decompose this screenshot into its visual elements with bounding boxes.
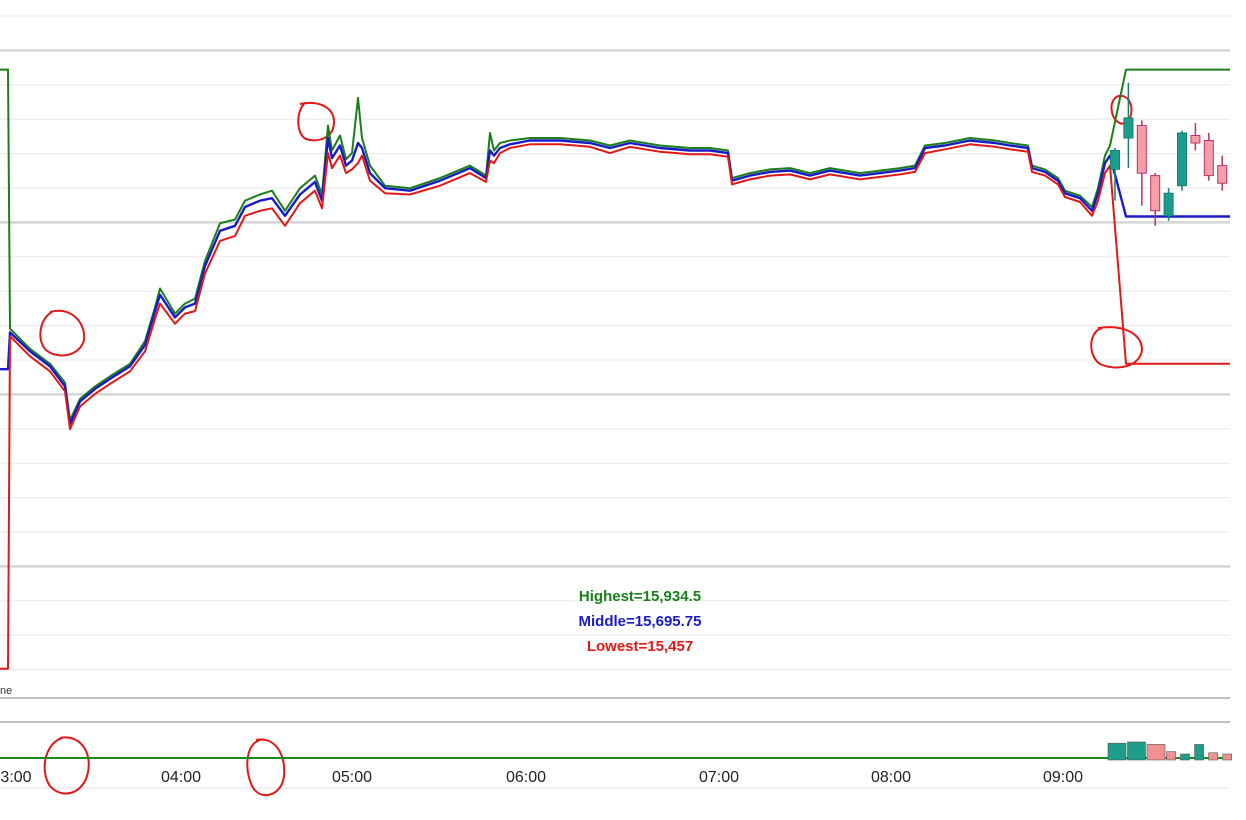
- x-tick-label: 06:00: [506, 769, 546, 786]
- volume-bars: [0, 741, 1232, 761]
- candle-body: [1150, 175, 1161, 212]
- x-tick-label: 05:00: [332, 769, 372, 786]
- volume-bar: [1166, 751, 1176, 761]
- candle-body: [1136, 125, 1147, 174]
- x-tick-label: 07:00: [699, 769, 739, 786]
- x-axis-tick-labels: 3:00 04:00 05:00 06:00 07:00 08:00 09:00: [0, 769, 1083, 786]
- grid-lines: [0, 15, 1230, 789]
- annotation-circle: [246, 738, 286, 797]
- annotation-circles: [39, 94, 1144, 797]
- volume-bar: [1127, 741, 1146, 761]
- x-tick-label: 04:00: [161, 769, 201, 786]
- legend-middle: Middle=15,695.75: [578, 613, 702, 630]
- candle-body: [1177, 132, 1187, 187]
- x-tick-label: 09:00: [1043, 769, 1083, 786]
- channel-lines: [0, 68, 1230, 670]
- candle-body: [1110, 150, 1120, 170]
- volume-bar: [1107, 742, 1127, 761]
- volume-bar: [1194, 744, 1204, 761]
- candle-body: [1203, 140, 1214, 177]
- x-tick-label: 3:00: [0, 769, 31, 786]
- annotation-circle: [39, 309, 86, 357]
- candlesticks: [1110, 82, 1228, 226]
- volume-bar: [1180, 753, 1190, 761]
- volume-bar: [1222, 753, 1232, 761]
- annotation-circle: [43, 736, 90, 795]
- series-line-highest: [0, 68, 1230, 422]
- series-line-middle: [0, 136, 1230, 426]
- volume-bar: [1208, 752, 1218, 761]
- legend-highest: Highest=15,934.5: [578, 588, 702, 605]
- volume-bar: [1146, 744, 1166, 761]
- legend-lowest: Lowest=15,457: [586, 638, 694, 655]
- pane-label: ne: [0, 685, 13, 697]
- annotation-circle: [1090, 326, 1144, 369]
- candle-body: [1163, 192, 1174, 217]
- candle-body: [1190, 135, 1201, 144]
- candle-body: [1217, 165, 1228, 184]
- x-tick-label: 08:00: [871, 769, 911, 786]
- price-chart: 3:00 04:00 05:00 06:00 07:00 08:00 09:00: [0, 15, 1232, 797]
- candle-body: [1123, 117, 1134, 139]
